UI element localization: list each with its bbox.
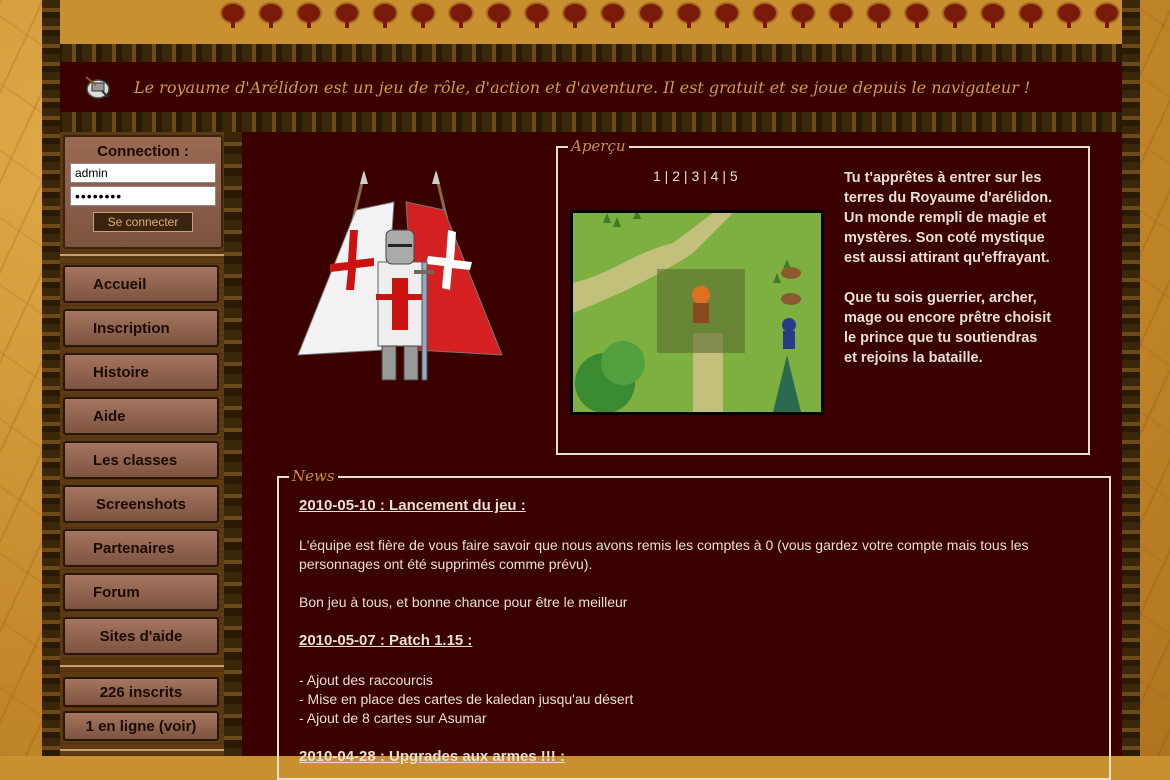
pager-link-1[interactable]: 1: [653, 168, 661, 184]
login-box: Connection : Se connecter: [63, 135, 223, 249]
apercu-panel: Aperçu 1 | 2 | 3 | 4 | 5 Tu t'apprêtes à…: [556, 137, 1090, 455]
pager-link-3[interactable]: 3: [691, 168, 699, 184]
news-item-text: Bon jeu à tous, et bonne chance pour êtr…: [299, 594, 628, 610]
left-frame-border: [42, 0, 60, 756]
pager-link-4[interactable]: 4: [711, 168, 719, 184]
site-tagline: Le royaume d'Arélidon est un jeu de rôle…: [134, 77, 1031, 97]
registered-count: 226 inscrits: [63, 677, 219, 707]
site-header: Le royaume d'Arélidon est un jeu de rôle…: [60, 62, 1122, 112]
game-screenshot: [570, 210, 824, 415]
news-item-text: - Ajout des raccourcis: [299, 672, 433, 688]
right-frame-border: [1122, 0, 1140, 756]
nav-histoire[interactable]: Histoire: [63, 353, 219, 391]
news-item-title[interactable]: 2010-05-10 : Lancement du jeu :: [299, 496, 1099, 515]
news-item-text: L'équipe est fière de vous faire savoir …: [299, 537, 1029, 572]
sidebar-edge-border: [224, 132, 242, 756]
news-item-title[interactable]: 2010-04-28 : Upgrades aux armes !!! :: [299, 747, 1099, 766]
news-panel: News 2010-05-10 : Lancement du jeu : L'é…: [277, 467, 1111, 780]
news-legend: News: [289, 467, 338, 485]
pager-link-2[interactable]: 2: [672, 168, 680, 184]
news-item-text: - Mise en place des cartes de kaledan ju…: [299, 691, 634, 707]
apercu-description: Tu t'apprêtes à entrer sur les terres du…: [844, 168, 1054, 368]
news-item-title[interactable]: 2010-05-07 : Patch 1.15 :: [299, 631, 1099, 650]
nav-aide[interactable]: Aide: [63, 397, 219, 435]
password-input[interactable]: [70, 186, 216, 206]
pager-link-5[interactable]: 5: [730, 168, 738, 184]
screenshot-pager: 1 | 2 | 3 | 4 | 5: [653, 168, 738, 184]
nav-screenshots[interactable]: Screenshots: [63, 485, 219, 523]
apercu-text-1: Tu t'apprêtes à entrer sur les terres du…: [844, 170, 1053, 266]
knight-logo-icon: [80, 69, 116, 105]
nav-les-classes[interactable]: Les classes: [63, 441, 219, 479]
sidebar-divider: [60, 749, 224, 751]
username-input[interactable]: [70, 163, 216, 183]
sidebar-divider: [60, 254, 224, 256]
news-list: 2010-05-10 : Lancement du jeu : L'équipe…: [299, 496, 1099, 766]
online-count-link[interactable]: 1 en ligne (voir): [63, 711, 219, 741]
nav-sites-aide[interactable]: Sites d'aide: [63, 617, 219, 655]
nav-partenaires[interactable]: Partenaires: [63, 529, 219, 567]
sidebar-divider: [60, 665, 224, 667]
top-decorative-strip: [60, 0, 1122, 44]
nav-accueil[interactable]: Accueil: [63, 265, 219, 303]
sidebar: Connection : Se connecter Accueil Inscri…: [60, 132, 224, 756]
login-title: Connection :: [97, 143, 189, 160]
login-button[interactable]: Se connecter: [93, 212, 193, 232]
apercu-legend: Aperçu: [568, 137, 629, 155]
nav-inscription[interactable]: Inscription: [63, 309, 219, 347]
templar-knight-illustration: [292, 170, 508, 388]
apercu-text-2: Que tu sois guerrier, archer, mage ou en…: [844, 290, 1052, 366]
news-item-text: - Ajout de 8 cartes sur Asumar: [299, 710, 487, 726]
nav-forum[interactable]: Forum: [63, 573, 219, 611]
